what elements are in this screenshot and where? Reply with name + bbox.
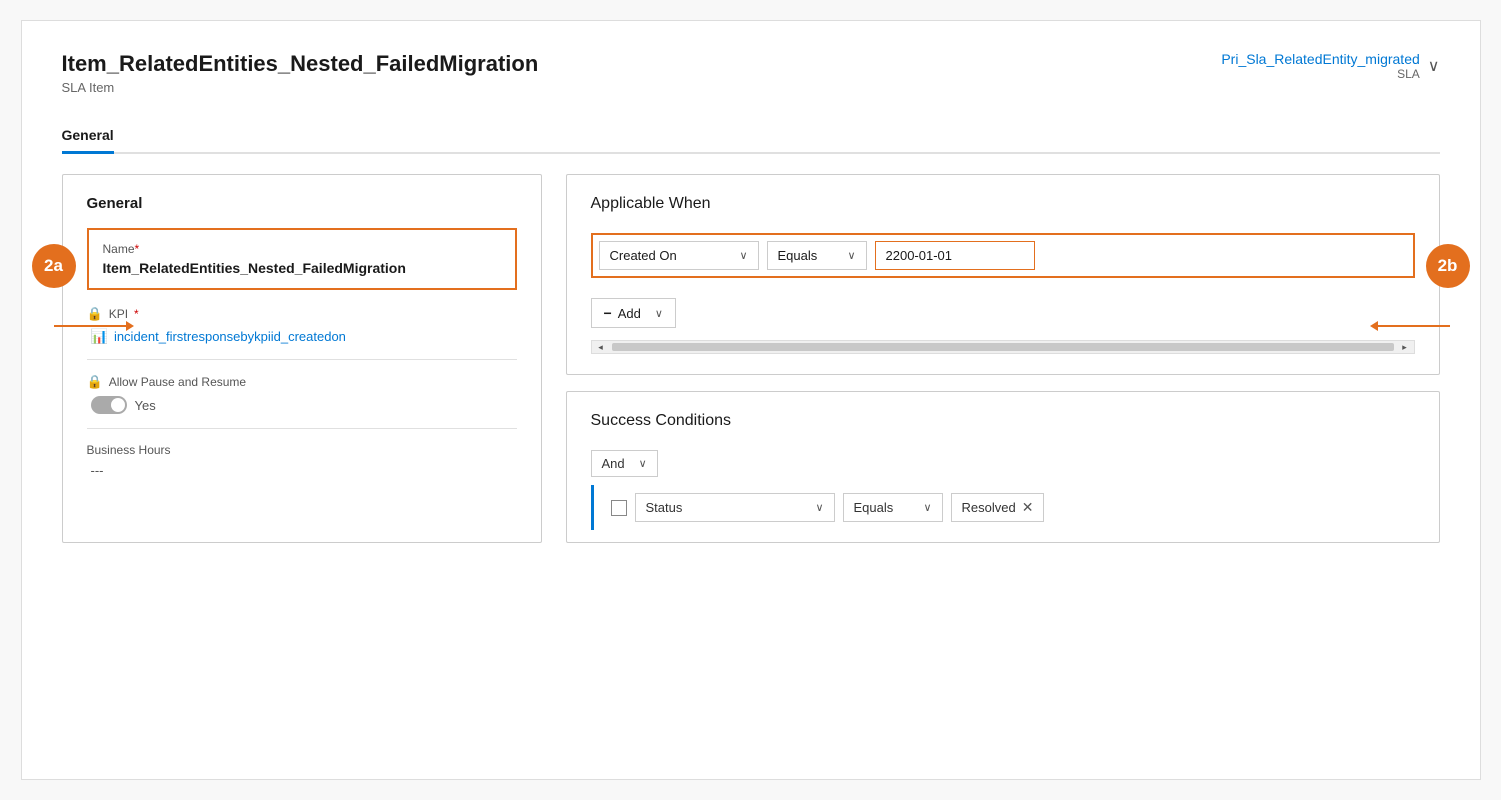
required-star: * <box>135 242 140 256</box>
success-checkbox[interactable] <box>611 500 627 516</box>
sla-link[interactable]: Pri_Sla_RelatedEntity_migrated <box>1221 51 1419 67</box>
general-panel-title: General <box>87 195 517 212</box>
success-conditions-section: Success Conditions And ∨ Status ∨ Equals… <box>566 391 1440 543</box>
pause-lock-icon: 🔒 <box>87 374 103 390</box>
biz-hours-value: --- <box>87 463 517 478</box>
add-button[interactable]: − Add ∨ <box>591 298 676 328</box>
sla-label: SLA <box>1221 67 1419 81</box>
status-operator-dropdown[interactable]: Equals ∨ <box>843 493 943 522</box>
kpi-link[interactable]: 📊 incident_firstresponsebykpiid_createdo… <box>87 328 517 345</box>
pause-toggle[interactable] <box>91 396 127 414</box>
arrow-2a-icon <box>54 316 134 336</box>
arrow-2b-icon <box>1370 316 1450 336</box>
status-operator-chevron-icon: ∨ <box>923 501 931 514</box>
condition-box: Created On ∨ Equals ∨ 2200-01-01 <box>591 233 1415 278</box>
condition-operator-chevron-icon: ∨ <box>847 249 855 262</box>
condition-value-field[interactable]: 2200-01-01 <box>875 241 1035 270</box>
and-dropdown[interactable]: And ∨ <box>591 450 658 477</box>
resolved-tag: Resolved ✕ <box>951 493 1045 522</box>
main-content: 2a General Name* Item_RelatedEntities_Ne… <box>62 174 1440 543</box>
page-header: Item_RelatedEntities_Nested_FailedMigrat… <box>62 51 1440 95</box>
pause-lock-row: 🔒 Allow Pause and Resume <box>87 374 517 390</box>
minus-icon: − <box>604 305 612 321</box>
condition-field-chevron-icon: ∨ <box>739 249 747 262</box>
annotation-2a: 2a <box>32 244 76 288</box>
kpi-lock-row: 🔒 KPI* <box>87 306 517 322</box>
toggle-knob <box>111 398 125 412</box>
applicable-when-title: Applicable When <box>591 195 1415 213</box>
header-right: Pri_Sla_RelatedEntity_migrated SLA ∨ <box>1221 51 1439 81</box>
kpi-required: * <box>134 307 139 321</box>
applicable-when-section: Applicable When Created On ∨ Equals ∨ 22… <box>566 174 1440 375</box>
name-label: Name* <box>103 242 501 256</box>
biz-hours-label: Business Hours <box>87 443 517 457</box>
scrollbar-track <box>612 343 1394 351</box>
toggle-container: Yes <box>87 396 517 414</box>
divider-1 <box>87 359 517 360</box>
tab-general[interactable]: General <box>62 119 114 154</box>
horizontal-scrollbar[interactable]: ◂ ▸ <box>591 340 1415 354</box>
annotation-2b: 2b <box>1426 244 1470 288</box>
success-condition-row: Status ∨ Equals ∨ Resolved ✕ <box>591 493 1415 522</box>
condition-field-dropdown[interactable]: Created On ∨ <box>599 241 759 270</box>
condition-row: Created On ∨ Equals ∨ 2200-01-01 <box>591 233 1415 278</box>
tab-bar: General <box>62 119 1440 154</box>
status-field-dropdown[interactable]: Status ∨ <box>635 493 835 522</box>
success-conditions-title: Success Conditions <box>591 412 1415 430</box>
scroll-left-icon[interactable]: ◂ <box>592 341 610 353</box>
scroll-right-icon[interactable]: ▸ <box>1396 341 1414 353</box>
blue-bar <box>591 485 594 530</box>
page-title: Item_RelatedEntities_Nested_FailedMigrat… <box>62 51 539 77</box>
page-subtitle: SLA Item <box>62 80 539 95</box>
chevron-down-icon[interactable]: ∨ <box>1428 56 1440 76</box>
resolved-close-icon[interactable]: ✕ <box>1022 499 1034 516</box>
name-value: Item_RelatedEntities_Nested_FailedMigrat… <box>103 260 501 276</box>
condition-operator-dropdown[interactable]: Equals ∨ <box>767 241 867 270</box>
divider-2 <box>87 428 517 429</box>
toggle-value-label: Yes <box>135 398 156 413</box>
right-panel: 2b Applicable When Created On ∨ Equ <box>566 174 1440 543</box>
and-chevron-icon: ∨ <box>639 457 647 470</box>
status-field-chevron-icon: ∨ <box>815 501 823 514</box>
add-chevron-icon: ∨ <box>655 307 663 320</box>
name-field-box: Name* Item_RelatedEntities_Nested_Failed… <box>87 228 517 290</box>
general-panel: General Name* Item_RelatedEntities_Neste… <box>62 174 542 543</box>
header-left: Item_RelatedEntities_Nested_FailedMigrat… <box>62 51 539 95</box>
